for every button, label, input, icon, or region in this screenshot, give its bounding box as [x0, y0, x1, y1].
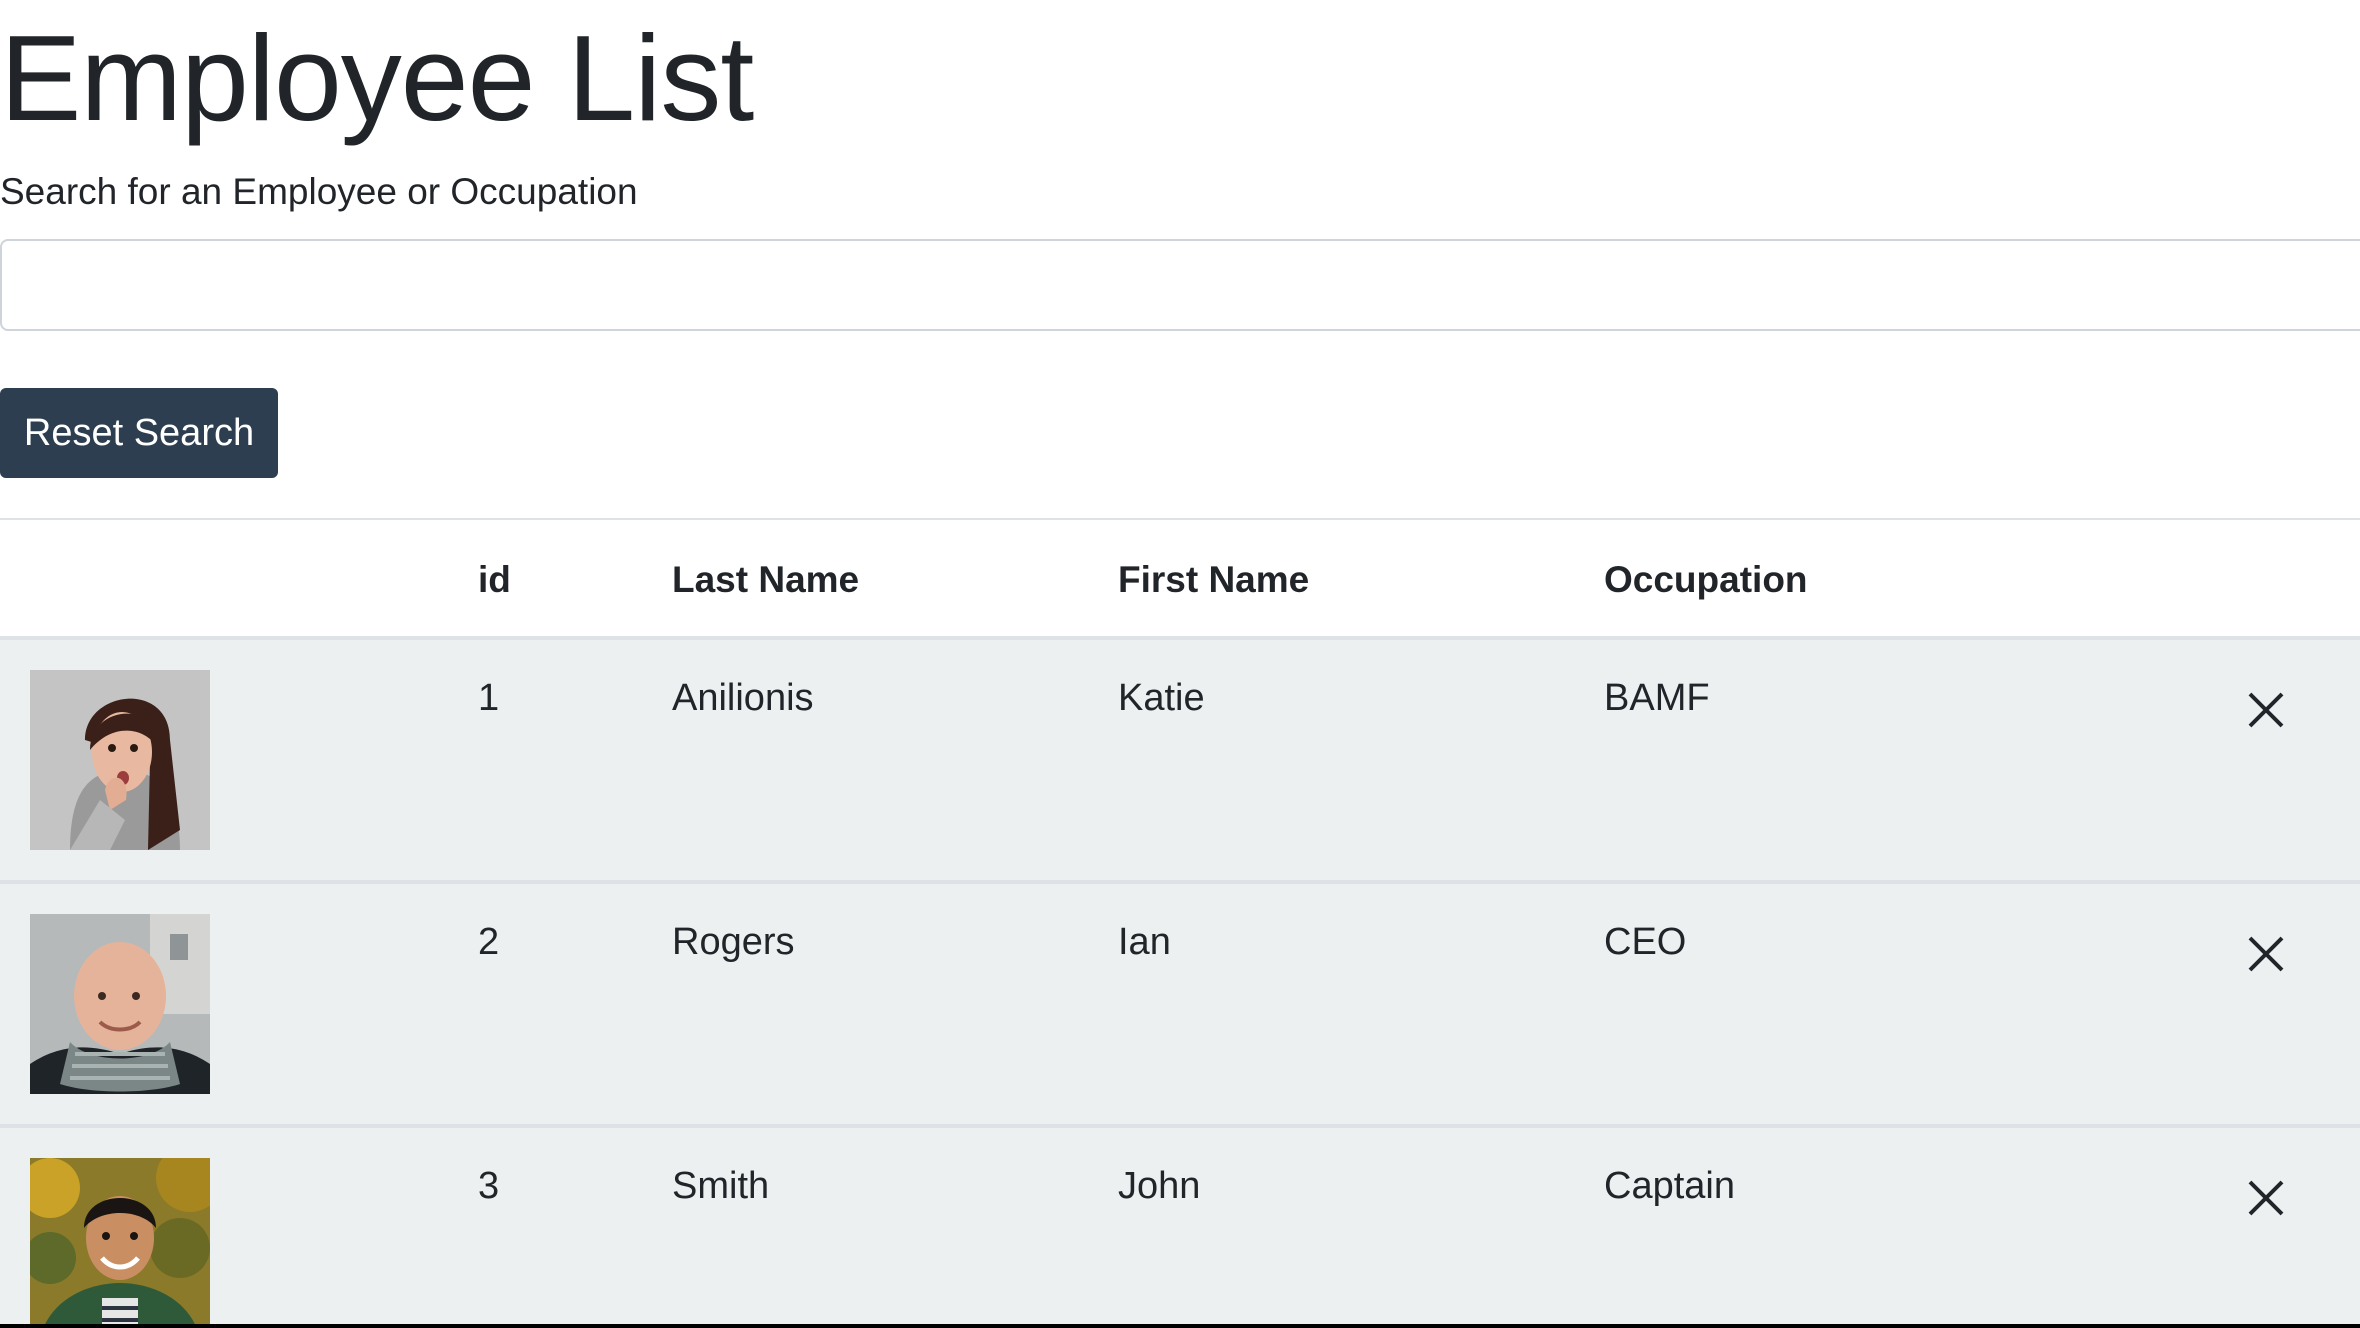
cell-id: 3	[478, 1165, 500, 1207]
header-id[interactable]: id	[478, 558, 511, 602]
cell-occupation: Captain	[1604, 1165, 1735, 1207]
smiling-man-green-jacket-photo	[30, 1158, 210, 1328]
cell-first-name: John	[1118, 1165, 1201, 1207]
bald-man-scarf-photo	[30, 914, 210, 1094]
employee-avatar	[30, 670, 210, 850]
cell-occupation: BAMF	[1604, 677, 1710, 719]
close-icon[interactable]	[2242, 1174, 2290, 1222]
page-title: Employee List	[0, 10, 754, 146]
search-input[interactable]	[0, 239, 2360, 331]
close-icon[interactable]	[2242, 686, 2290, 734]
cell-first-name: Ian	[1118, 921, 1171, 963]
header-last-name[interactable]: Last Name	[672, 558, 859, 602]
cell-first-name: Katie	[1118, 677, 1205, 719]
cell-occupation: CEO	[1604, 921, 1687, 963]
header-occupation[interactable]: Occupation	[1604, 558, 1808, 602]
search-label: Search for an Employee or Occupation	[0, 171, 638, 212]
table-row: 2 Rogers Ian CEO	[0, 884, 2360, 1128]
employee-avatar	[30, 1158, 210, 1328]
woman-surprised-photo	[30, 670, 210, 850]
table-row: 1 Anilionis Katie BAMF	[0, 640, 2360, 884]
cell-id: 1	[478, 677, 500, 719]
close-icon[interactable]	[2242, 930, 2290, 978]
bottom-divider	[0, 1324, 2360, 1328]
cell-id: 2	[478, 921, 500, 963]
header-first-name[interactable]: First Name	[1118, 558, 1309, 602]
cell-last-name: Rogers	[672, 921, 795, 963]
cell-last-name: Anilionis	[672, 677, 814, 719]
employee-avatar	[30, 914, 210, 1094]
table-header: id Last Name First Name Occupation	[0, 520, 2360, 640]
employee-table: id Last Name First Name Occupation 1 Ani…	[0, 518, 2360, 1328]
table-row: 3 Smith John Captain	[0, 1128, 2360, 1328]
employee-list-page: Employee List Search for an Employee or …	[0, 0, 2360, 1328]
reset-search-button[interactable]: Reset Search	[0, 388, 278, 478]
cell-last-name: Smith	[672, 1165, 770, 1207]
